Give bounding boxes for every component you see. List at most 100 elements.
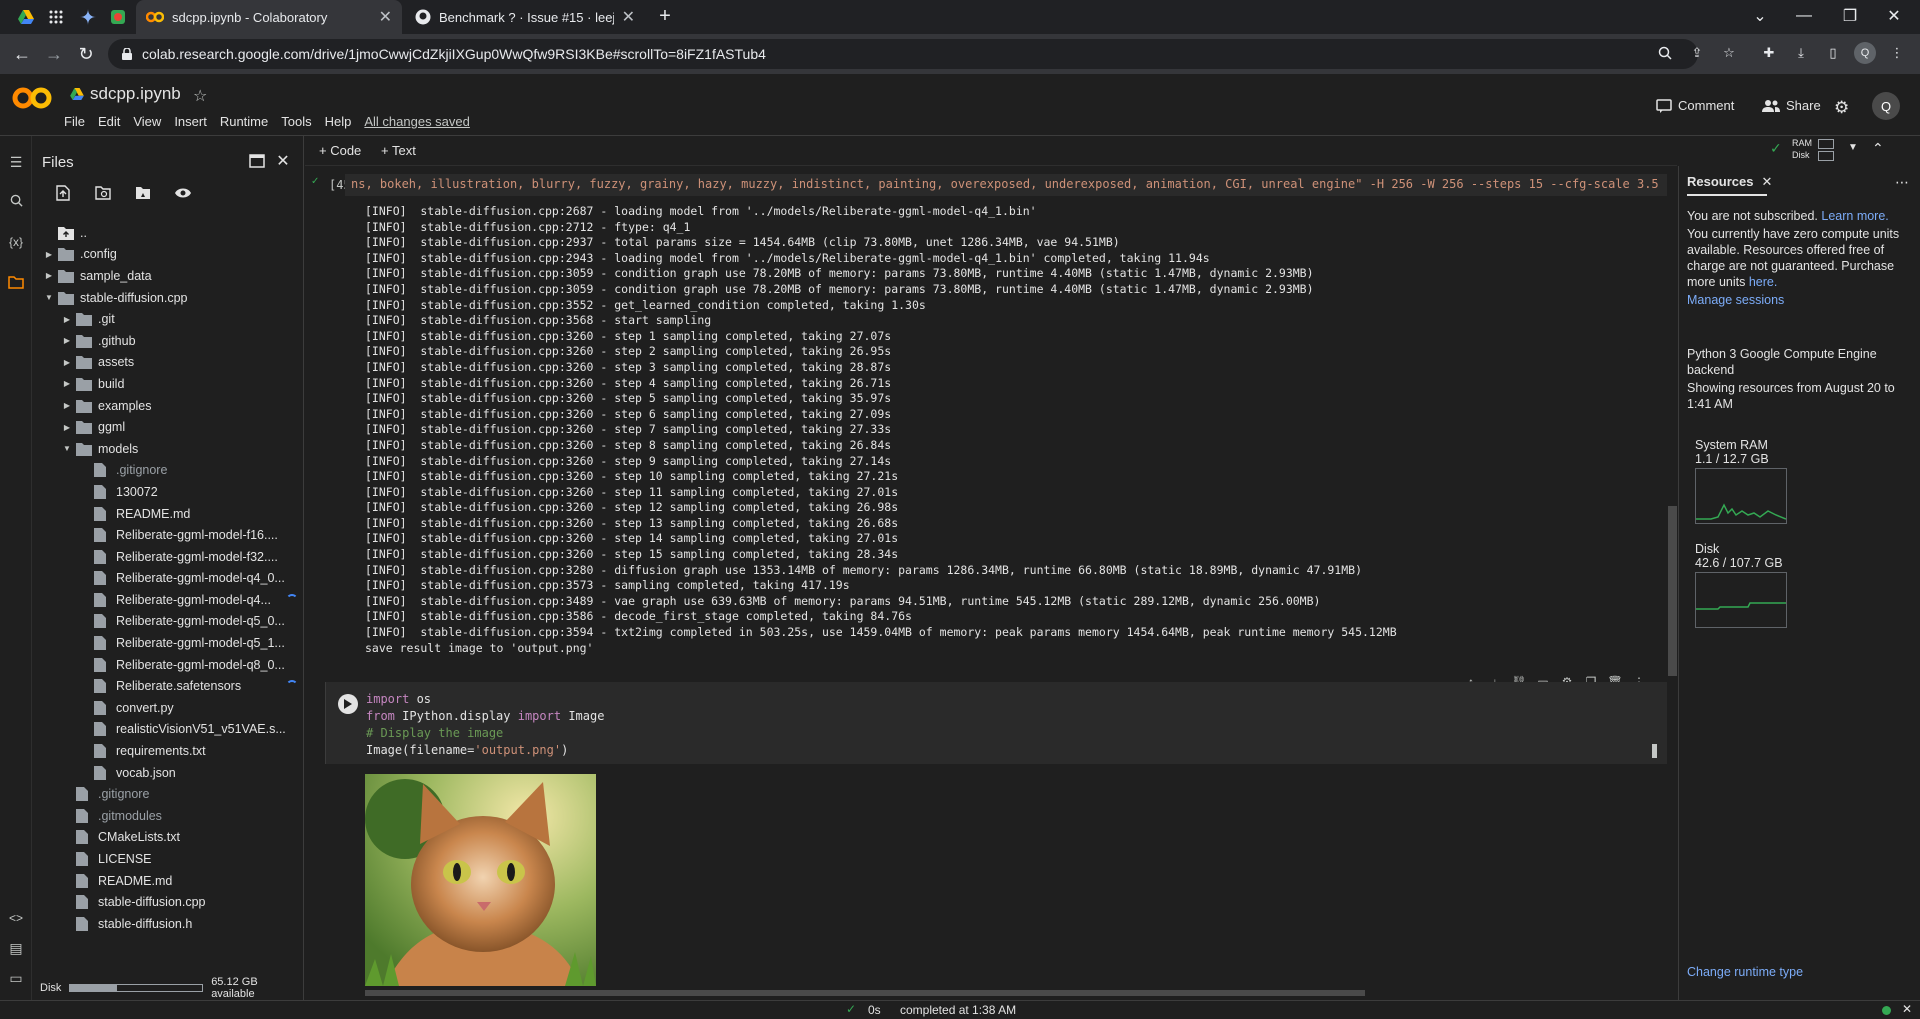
notebook-title[interactable]: sdcpp.ipynb: [70, 84, 181, 104]
bookmark-star-icon[interactable]: ☆: [1718, 42, 1740, 64]
file-tree-file[interactable]: Reliberate-ggml-model-f32....: [32, 546, 304, 568]
share-page-icon[interactable]: ⇪: [1686, 42, 1708, 64]
file-tree-folder[interactable]: ▶ .git: [32, 308, 304, 330]
previous-code-cell[interactable]: ns, bokeh, illustration, blurry, fuzzy, …: [345, 174, 1667, 196]
file-tree-folder[interactable]: ▼ models: [32, 438, 304, 460]
add-code-button[interactable]: + Code: [319, 143, 361, 158]
zoom-icon[interactable]: [1654, 42, 1676, 64]
horizontal-scrollbar[interactable]: [365, 988, 1665, 998]
refresh-folder-icon[interactable]: [92, 182, 114, 204]
learn-more-link[interactable]: Learn more.: [1821, 209, 1888, 223]
file-tree-file[interactable]: convert.py: [32, 697, 304, 719]
expanded-caret-icon[interactable]: ▼: [44, 293, 54, 302]
save-status-link[interactable]: All changes saved: [364, 114, 470, 129]
apps-grid-icon[interactable]: [46, 8, 66, 26]
reload-icon[interactable]: ↻: [74, 42, 98, 66]
star-icon[interactable]: ☆: [193, 86, 207, 106]
file-tree-file[interactable]: requirements.txt: [32, 740, 304, 762]
file-tree-file[interactable]: Reliberate-ggml-model-q5_1...: [32, 632, 304, 654]
collapsed-caret-icon[interactable]: ▶: [62, 423, 72, 432]
side-panel-icon[interactable]: ▯: [1822, 42, 1844, 64]
collapse-header-icon[interactable]: ⌃: [1872, 140, 1884, 157]
collapsed-caret-icon[interactable]: ▶: [62, 401, 72, 410]
profile-avatar[interactable]: Q: [1854, 42, 1876, 64]
new-tab-button[interactable]: +: [653, 4, 677, 28]
resources-tab[interactable]: Resources ✕: [1687, 174, 1772, 190]
file-tree-file[interactable]: .gitmodules: [32, 805, 304, 827]
menu-help[interactable]: Help: [325, 114, 352, 129]
purchase-here-link[interactable]: here.: [1749, 275, 1778, 289]
file-tree-file[interactable]: .gitignore: [32, 460, 304, 482]
close-window-icon[interactable]: ✕: [1882, 4, 1906, 28]
downloads-icon[interactable]: ⤓: [1790, 42, 1812, 64]
close-tab-icon[interactable]: ✕: [622, 7, 635, 27]
google-drive-icon[interactable]: [16, 8, 36, 26]
terminal-icon[interactable]: ▭: [4, 966, 28, 990]
file-tree-file[interactable]: realisticVisionV51_v51VAE.s...: [32, 719, 304, 741]
url-bar[interactable]: colab.research.google.com/drive/1jmoCwwj…: [108, 39, 1698, 69]
chrome-menu-icon[interactable]: ⋮: [1886, 42, 1908, 64]
menu-view[interactable]: View: [133, 114, 161, 129]
file-tree-file[interactable]: ..: [32, 222, 304, 244]
close-tab-icon[interactable]: ✕: [379, 7, 392, 27]
collapsed-caret-icon[interactable]: ▶: [62, 358, 72, 367]
upload-file-icon[interactable]: [52, 182, 74, 204]
collapsed-caret-icon[interactable]: ▶: [62, 315, 72, 324]
change-runtime-type-link[interactable]: Change runtime type: [1687, 964, 1902, 980]
close-resources-icon[interactable]: ✕: [1761, 174, 1772, 190]
file-tree-file[interactable]: README.md: [32, 870, 304, 892]
vertical-scrollbar[interactable]: [1668, 166, 1677, 1000]
run-cell-button[interactable]: [338, 694, 358, 714]
file-tree-file[interactable]: Reliberate-ggml-model-q5_0...: [32, 611, 304, 633]
extensions-icon[interactable]: ✚: [1758, 42, 1780, 64]
file-tree-file[interactable]: CMakeLists.txt: [32, 827, 304, 849]
file-tree-file[interactable]: LICENSE: [32, 848, 304, 870]
comment-button[interactable]: Comment: [1656, 98, 1734, 113]
file-tree-folder[interactable]: ▼ stable-diffusion.cpp: [32, 287, 304, 309]
user-avatar[interactable]: Q: [1872, 92, 1900, 120]
menu-insert[interactable]: Insert: [174, 114, 207, 129]
file-tree-file[interactable]: Reliberate-ggml-model-q4...: [32, 589, 304, 611]
file-tree-file[interactable]: vocab.json: [32, 762, 304, 784]
minimize-icon[interactable]: —: [1792, 4, 1816, 28]
menu-file[interactable]: File: [64, 114, 85, 129]
runtime-resources-widget[interactable]: ✓ RAM Disk ▼ ⌃: [1770, 136, 1884, 166]
gemini-icon[interactable]: [78, 8, 98, 26]
file-tree-file[interactable]: Reliberate.safetensors: [32, 675, 304, 697]
scroll-thumb[interactable]: [365, 990, 1365, 996]
resources-more-icon[interactable]: ⋯: [1895, 174, 1909, 191]
file-tree-file[interactable]: Reliberate-ggml-model-q8_0...: [32, 654, 304, 676]
file-tree-folder[interactable]: ▶ assets: [32, 352, 304, 374]
file-tree-folder[interactable]: ▶ examples: [32, 395, 304, 417]
back-icon[interactable]: ←: [10, 42, 34, 66]
colab-logo[interactable]: [12, 86, 52, 110]
file-tree-folder[interactable]: ▶ .config: [32, 244, 304, 266]
tab-colab[interactable]: sdcpp.ipynb - Colaboratory ✕: [136, 0, 402, 34]
expanded-caret-icon[interactable]: ▼: [62, 444, 72, 453]
runtime-dropdown-icon[interactable]: ▼: [1848, 142, 1858, 153]
command-palette-icon[interactable]: ▤: [4, 936, 28, 960]
files-folder-icon[interactable]: [4, 270, 28, 294]
settings-gear-icon[interactable]: ⚙: [1834, 98, 1849, 118]
collapsed-caret-icon[interactable]: ▶: [62, 336, 72, 345]
show-hidden-eye-icon[interactable]: [172, 182, 194, 204]
share-button[interactable]: Share: [1762, 98, 1821, 113]
variables-icon[interactable]: {x}: [4, 230, 28, 254]
collapsed-caret-icon[interactable]: ▶: [62, 379, 72, 388]
sheets-icon[interactable]: [108, 8, 128, 26]
manage-sessions-link[interactable]: Manage sessions: [1687, 292, 1902, 308]
restore-icon[interactable]: ❐: [1838, 4, 1862, 28]
file-tree-file[interactable]: 130072: [32, 481, 304, 503]
code-cell[interactable]: import os from IPython.display import Im…: [325, 682, 1667, 764]
add-text-button[interactable]: + Text: [381, 143, 416, 158]
forward-icon[interactable]: →: [42, 42, 66, 66]
mount-drive-icon[interactable]: [132, 182, 154, 204]
tab-github[interactable]: Benchmark ? · Issue #15 · leejet/s ✕: [405, 0, 645, 34]
open-in-tab-icon[interactable]: [246, 150, 268, 172]
file-tree-file[interactable]: .gitignore: [32, 783, 304, 805]
menu-edit[interactable]: Edit: [98, 114, 120, 129]
close-panel-icon[interactable]: ✕: [272, 150, 294, 172]
scroll-thumb[interactable]: [1668, 506, 1677, 676]
file-tree-folder[interactable]: ▶ ggml: [32, 416, 304, 438]
collapsed-caret-icon[interactable]: ▶: [44, 250, 54, 259]
